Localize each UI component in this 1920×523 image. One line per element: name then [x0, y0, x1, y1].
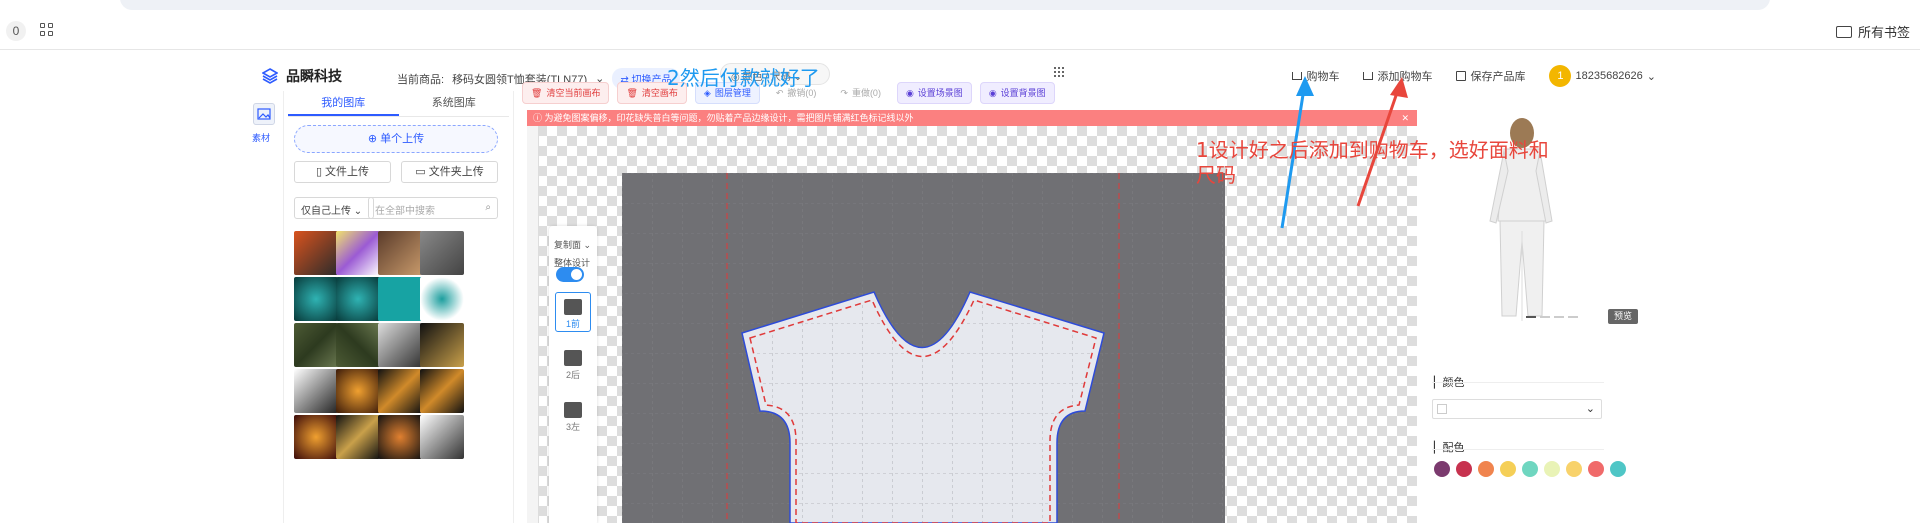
annotation-pay: 2然后付款就好了 [667, 66, 820, 90]
annotation-add-cart: 1设计好之后添加到购物车，选好面料和尺码 [1196, 138, 1549, 187]
annotation-arrows [1280, 76, 1408, 229]
